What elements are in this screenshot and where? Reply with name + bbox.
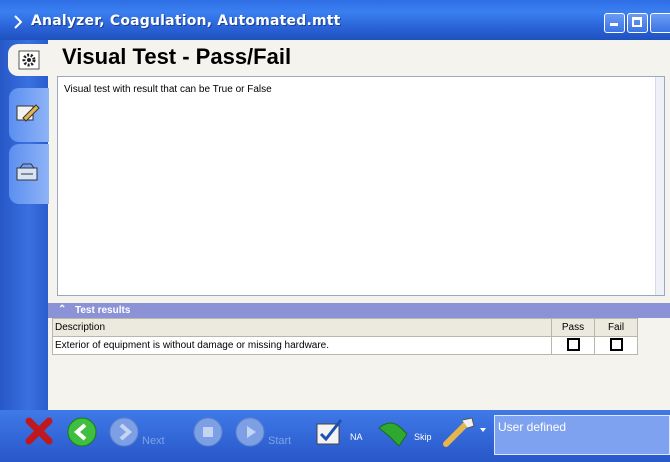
app-window: Analyzer, Coagulation, Automated.mtt Vis… <box>0 0 670 462</box>
cancel-button[interactable] <box>24 416 54 446</box>
tab-tools[interactable] <box>9 144 49 204</box>
test-results-header[interactable]: ⌃ Test results <box>48 303 670 318</box>
pass-checkbox[interactable] <box>566 337 580 351</box>
stop-icon <box>193 417 223 447</box>
next-label: Next <box>142 435 165 447</box>
test-results-label: Test results <box>75 305 131 316</box>
tab-edit[interactable] <box>9 88 49 142</box>
checklist-icon <box>316 419 343 445</box>
tools-icon <box>443 417 486 447</box>
close-window-button[interactable] <box>650 13 670 33</box>
app-icon <box>14 15 22 29</box>
back-button[interactable] <box>66 416 98 448</box>
collapse-icon: ⌃ <box>58 304 67 315</box>
start-label: Start <box>268 435 292 447</box>
results-table: Description Pass Fail Exterior of equipm… <box>52 318 638 355</box>
page-title: Visual Test - Pass/Fail <box>62 44 292 69</box>
next-button[interactable] <box>108 416 140 448</box>
skip-button[interactable] <box>377 416 411 448</box>
toolbox-icon <box>16 163 38 181</box>
back-icon <box>67 417 97 447</box>
na-button[interactable] <box>313 416 347 448</box>
column-header-description: Description <box>52 318 552 337</box>
column-header-fail: Fail <box>594 318 638 337</box>
fail-cell <box>594 336 638 355</box>
maximize-button[interactable] <box>627 13 648 33</box>
minimize-icon <box>610 15 618 26</box>
title-bar: Analyzer, Coagulation, Automated.mtt <box>0 0 670 40</box>
description-textarea[interactable]: Visual test with result that can be True… <box>57 76 665 296</box>
skip-icon <box>378 422 408 447</box>
maximize-icon <box>632 17 642 27</box>
user-defined-field[interactable]: User defined <box>494 415 670 455</box>
fail-checkbox[interactable] <box>609 337 623 351</box>
description-scrollbar[interactable] <box>655 77 664 295</box>
row-description: Exterior of equipment is without damage … <box>52 336 552 355</box>
column-header-pass: Pass <box>551 318 595 337</box>
play-icon <box>235 417 265 447</box>
table-row: Exterior of equipment is without damage … <box>52 336 638 355</box>
edit-icon <box>16 104 40 122</box>
pass-cell <box>551 336 595 355</box>
start-button[interactable] <box>234 416 266 448</box>
description-text: Visual test with result that can be True… <box>64 84 272 95</box>
forward-icon <box>109 417 139 447</box>
tab-procedure[interactable] <box>8 44 50 76</box>
window-title: Analyzer, Coagulation, Automated.mtt <box>31 13 341 29</box>
na-label: NA <box>350 432 363 442</box>
table-header-row: Description Pass Fail <box>52 318 638 337</box>
cancel-icon <box>25 417 53 445</box>
skip-label: Skip <box>414 432 432 442</box>
minimize-button[interactable] <box>604 13 625 33</box>
stop-button[interactable] <box>192 416 224 448</box>
tools-button[interactable] <box>442 414 486 450</box>
gear-icon <box>18 50 40 70</box>
user-defined-value: User defined <box>498 420 567 434</box>
